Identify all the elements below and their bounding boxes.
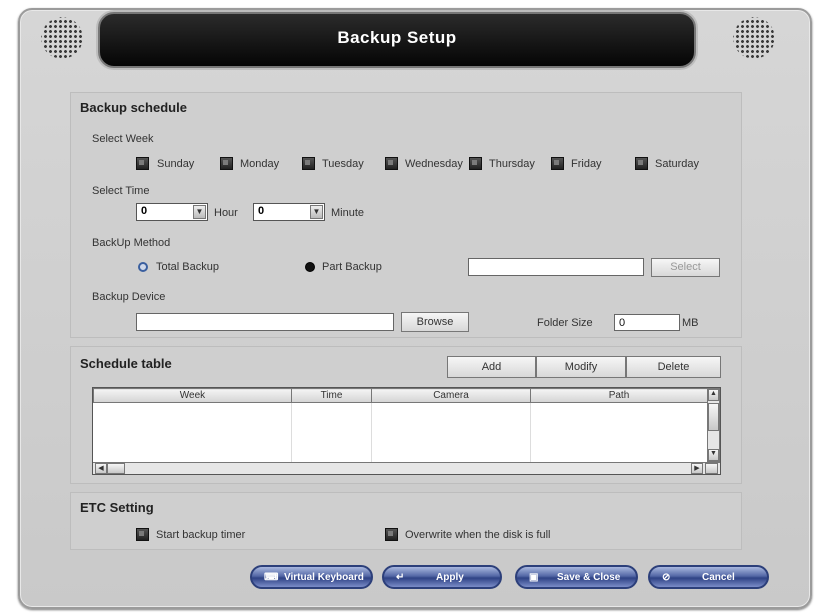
apply-label: Apply (436, 572, 464, 583)
day-label-saturday: Saturday (655, 158, 700, 170)
table-header-row: Week Time Camera Path (93, 388, 708, 403)
part-backup-radio[interactable] (305, 262, 315, 272)
speaker-grille-right (730, 14, 778, 62)
total-backup-label: Total Backup (156, 261, 219, 273)
select-week-label: Select Week (92, 133, 154, 145)
day-label-thursday: Thursday (489, 158, 535, 170)
checkbox-wednesday[interactable] (385, 157, 398, 170)
day-label-monday: Monday (240, 158, 280, 170)
table-row[interactable] (93, 402, 708, 419)
hour-select[interactable]: 0 ▼ (136, 203, 208, 221)
window-title: Backup Setup (337, 28, 457, 47)
minute-label: Minute (331, 207, 365, 219)
keyboard-icon: ⌨ (264, 572, 279, 583)
column-header-path[interactable]: Path (530, 388, 708, 403)
virtual-keyboard-label: Virtual Keyboard (284, 572, 364, 583)
table-row[interactable] (93, 419, 708, 435)
scroll-thumb[interactable] (708, 403, 719, 431)
scroll-right-icon[interactable]: ▶ (691, 463, 703, 474)
backup-schedule-title: Backup schedule (80, 100, 187, 115)
horizontal-scrollbar[interactable]: ◀ ▶ (93, 462, 720, 474)
browse-button[interactable]: Browse (401, 312, 469, 332)
title-bar: Backup Setup (98, 12, 696, 68)
etc-setting-panel (70, 492, 742, 550)
checkbox-sunday[interactable] (136, 157, 149, 170)
folder-size-label: Folder Size (537, 317, 593, 329)
speaker-grille-left (38, 14, 86, 62)
checkbox-thursday[interactable] (469, 157, 482, 170)
add-button[interactable]: Add (447, 356, 536, 378)
chevron-down-icon[interactable]: ▼ (193, 205, 206, 219)
part-backup-label: Part Backup (322, 261, 382, 273)
delete-button[interactable]: Delete (626, 356, 721, 378)
schedule-table-title: Schedule table (80, 356, 172, 371)
total-backup-radio[interactable] (138, 262, 148, 272)
chevron-down-icon[interactable]: ▼ (310, 205, 323, 219)
scroll-down-icon[interactable]: ▼ (708, 449, 719, 461)
cancel-icon: ⊘ (662, 572, 671, 583)
table-row[interactable] (93, 435, 708, 451)
start-backup-timer-label: Start backup timer (156, 529, 246, 541)
day-label-tuesday: Tuesday (322, 158, 364, 170)
part-backup-path-field[interactable] (468, 258, 644, 276)
h-scroll-thumb[interactable] (107, 463, 125, 474)
save-icon: ▣ (529, 572, 539, 583)
hour-label: Hour (214, 207, 238, 219)
select-time-label: Select Time (92, 185, 150, 197)
save-close-label: Save & Close (557, 572, 621, 583)
select-button[interactable]: Select (651, 258, 720, 277)
enter-icon: ↵ (396, 572, 405, 583)
modify-button[interactable]: Modify (536, 356, 626, 378)
overwrite-checkbox[interactable] (385, 528, 398, 541)
folder-size-field[interactable]: 0 (614, 314, 680, 331)
column-header-week[interactable]: Week (93, 388, 292, 403)
hour-value: 0 (141, 205, 148, 217)
column-header-time[interactable]: Time (291, 388, 372, 403)
schedule-table: Week Time Camera Path (93, 388, 708, 467)
resize-grip-icon (705, 463, 718, 474)
day-label-wednesday: Wednesday (405, 158, 463, 170)
column-header-camera[interactable]: Camera (371, 388, 531, 403)
day-label-sunday: Sunday (157, 158, 195, 170)
save-close-button[interactable]: ▣ Save & Close (515, 565, 638, 589)
scroll-up-icon[interactable]: ▲ (708, 389, 719, 401)
vertical-scrollbar[interactable]: ▲ ▼ (707, 388, 720, 462)
backup-method-label: BackUp Method (92, 237, 171, 249)
scroll-left-icon[interactable]: ◀ (95, 463, 107, 474)
checkbox-tuesday[interactable] (302, 157, 315, 170)
folder-size-unit: MB (682, 317, 699, 329)
etc-setting-title: ETC Setting (80, 500, 154, 515)
checkbox-monday[interactable] (220, 157, 233, 170)
cancel-button[interactable]: ⊘ Cancel (648, 565, 769, 589)
backup-device-field[interactable] (136, 313, 394, 331)
minute-value: 0 (258, 205, 265, 217)
checkbox-friday[interactable] (551, 157, 564, 170)
virtual-keyboard-button[interactable]: ⌨ Virtual Keyboard (250, 565, 373, 589)
cancel-label: Cancel (702, 572, 735, 583)
apply-button[interactable]: ↵ Apply (382, 565, 502, 589)
backup-device-label: Backup Device (92, 291, 166, 303)
checkbox-saturday[interactable] (635, 157, 648, 170)
minute-select[interactable]: 0 ▼ (253, 203, 325, 221)
day-label-friday: Friday (571, 158, 602, 170)
start-backup-timer-checkbox[interactable] (136, 528, 149, 541)
overwrite-label: Overwrite when the disk is full (405, 529, 551, 541)
